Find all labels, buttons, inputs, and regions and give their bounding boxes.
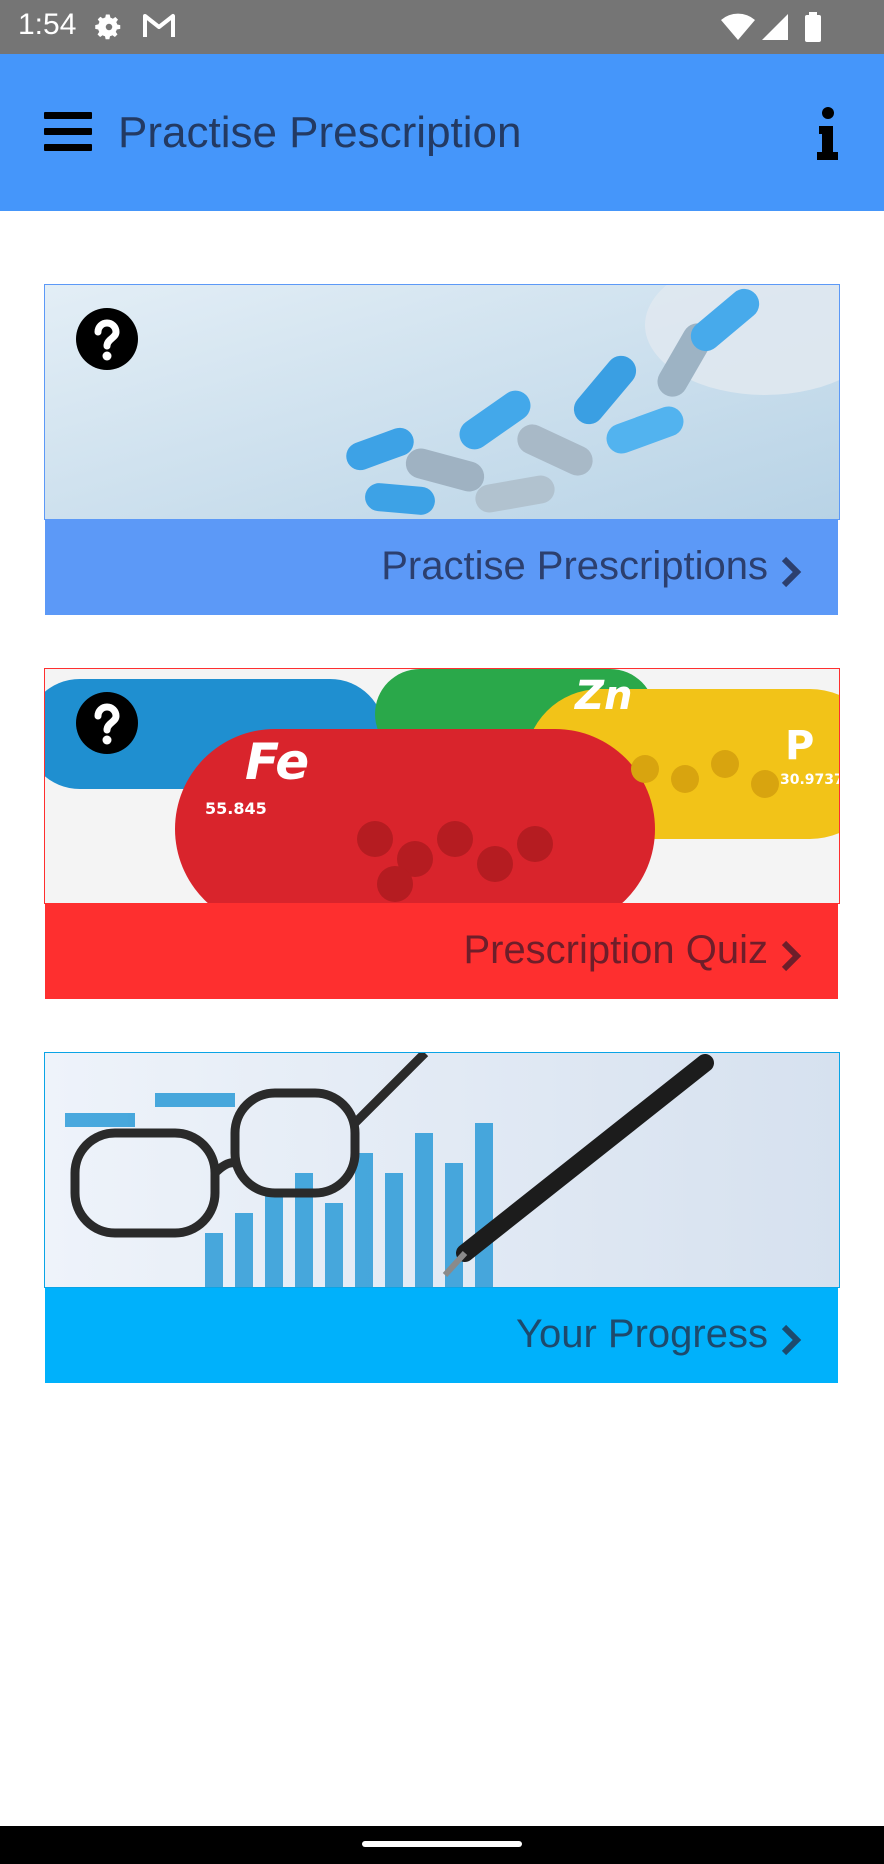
help-icon[interactable] [76,692,138,754]
card-label: Your Progress [516,1312,768,1356]
status-time: 1:54 [18,8,77,41]
signal-icon [762,14,788,40]
card-label-bar[interactable]: Prescription Quiz [45,904,838,999]
svg-text:30.973762: 30.973762 [780,772,839,788]
card-label: Practise Prescriptions [381,544,768,588]
page-title: Practise Prescription [118,108,522,157]
glasses-pen-chart-image [44,1052,840,1288]
hamburger-menu-icon[interactable] [44,112,92,152]
svg-text:P: P [785,723,814,769]
svg-text:55.845: 55.845 [205,799,267,818]
blue-capsules-image [44,284,840,520]
app-bar: Practise Prescription [0,54,884,211]
help-icon[interactable] [76,308,138,370]
card-label-bar[interactable]: Your Progress [45,1288,838,1383]
prescription-quiz-card[interactable]: Fe Zn P 55.845 30.973762 Prescription Qu… [44,668,840,1000]
practise-prescriptions-card[interactable]: Practise Prescriptions [44,284,840,616]
gear-icon [95,14,121,40]
svg-text:Fe: Fe [245,733,309,791]
svg-text:Zn: Zn [573,673,632,719]
wifi-icon [721,13,755,40]
mineral-capsules-image: Fe Zn P 55.845 30.973762 [44,668,840,904]
chevron-right-icon [781,556,802,588]
info-icon[interactable] [812,104,842,164]
chevron-right-icon [781,1324,802,1356]
your-progress-card[interactable]: Your Progress [44,1052,840,1384]
card-label-bar[interactable]: Practise Prescriptions [45,520,838,615]
battery-icon [805,12,821,42]
card-label: Prescription Quiz [463,928,768,972]
home-gesture-handle[interactable] [362,1841,522,1847]
status-bar: 1:54 [0,0,884,54]
gmail-icon [143,14,175,37]
system-navigation-bar [0,1826,884,1864]
chevron-right-icon [781,940,802,972]
